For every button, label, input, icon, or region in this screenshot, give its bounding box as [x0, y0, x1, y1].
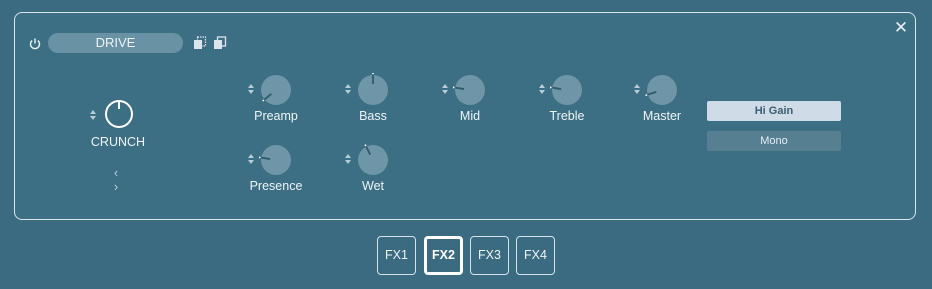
presence-knob-group: Presence [241, 143, 321, 207]
mid-knob[interactable] [453, 73, 487, 107]
treble-knob[interactable] [550, 73, 584, 107]
master-knob[interactable] [645, 73, 679, 107]
preamp-knob[interactable] [259, 73, 293, 107]
bass-knob[interactable] [356, 73, 390, 107]
wet-label: Wet [362, 179, 384, 193]
mono-button[interactable]: Mono [707, 131, 841, 151]
treble-label: Treble [549, 109, 585, 123]
tab-fx1[interactable]: FX1 [377, 236, 416, 275]
paste-icon[interactable] [213, 36, 227, 50]
presence-knob[interactable] [259, 143, 293, 177]
updown-arrows-icon[interactable] [441, 83, 449, 95]
treble-knob-group: Treble [532, 73, 612, 137]
preset-updown-arrows-icon[interactable] [89, 109, 97, 121]
presence-label: Presence [249, 179, 303, 193]
master-knob-indicator [645, 94, 648, 96]
preset-prev-next-icon[interactable]: ‹ › [104, 166, 134, 194]
treble-knob-indicator [550, 86, 552, 89]
bass-knob-indicator [372, 73, 374, 75]
preamp-label: Preamp [254, 109, 298, 123]
bass-knob-group: Bass [338, 73, 418, 137]
preamp-knob-body [261, 75, 291, 105]
tab-fx3[interactable]: FX3 [470, 236, 509, 275]
mid-knob-group: Mid [435, 73, 515, 137]
updown-arrows-icon[interactable] [344, 83, 352, 95]
updown-arrows-icon[interactable] [538, 83, 546, 95]
updown-arrows-icon[interactable] [344, 153, 352, 165]
wet-knob[interactable] [356, 143, 390, 177]
master-knob-group: Master [627, 73, 707, 137]
master-knob-body [647, 75, 677, 105]
mid-knob-indicator [453, 86, 455, 89]
wet-knob-indicator [364, 144, 367, 147]
presence-knob-indicator [259, 156, 261, 159]
mid-knob-body [455, 75, 485, 105]
master-label: Master [642, 109, 682, 123]
tab-fx2[interactable]: FX2 [424, 236, 463, 275]
tab-fx4[interactable]: FX4 [516, 236, 555, 275]
wet-knob-body [358, 145, 388, 175]
presence-knob-body [261, 145, 291, 175]
effect-name-field[interactable]: DRIVE [48, 33, 183, 53]
preamp-knob-indicator [262, 99, 265, 102]
hi-gain-button[interactable]: Hi Gain [707, 101, 841, 121]
bass-label: Bass [359, 109, 387, 123]
close-icon[interactable]: ✕ [892, 19, 910, 37]
wet-knob-group: Wet [338, 143, 418, 207]
updown-arrows-icon[interactable] [633, 83, 641, 95]
updown-arrows-icon[interactable] [247, 83, 255, 95]
preamp-knob-group: Preamp [241, 73, 321, 137]
power-icon[interactable] [28, 37, 42, 51]
preset-name: CRUNCH [90, 135, 146, 149]
treble-knob-body [552, 75, 582, 105]
updown-arrows-icon[interactable] [247, 153, 255, 165]
mid-label: Mid [459, 109, 481, 123]
preset-knob[interactable] [104, 99, 134, 129]
copy-icon[interactable] [193, 36, 207, 50]
